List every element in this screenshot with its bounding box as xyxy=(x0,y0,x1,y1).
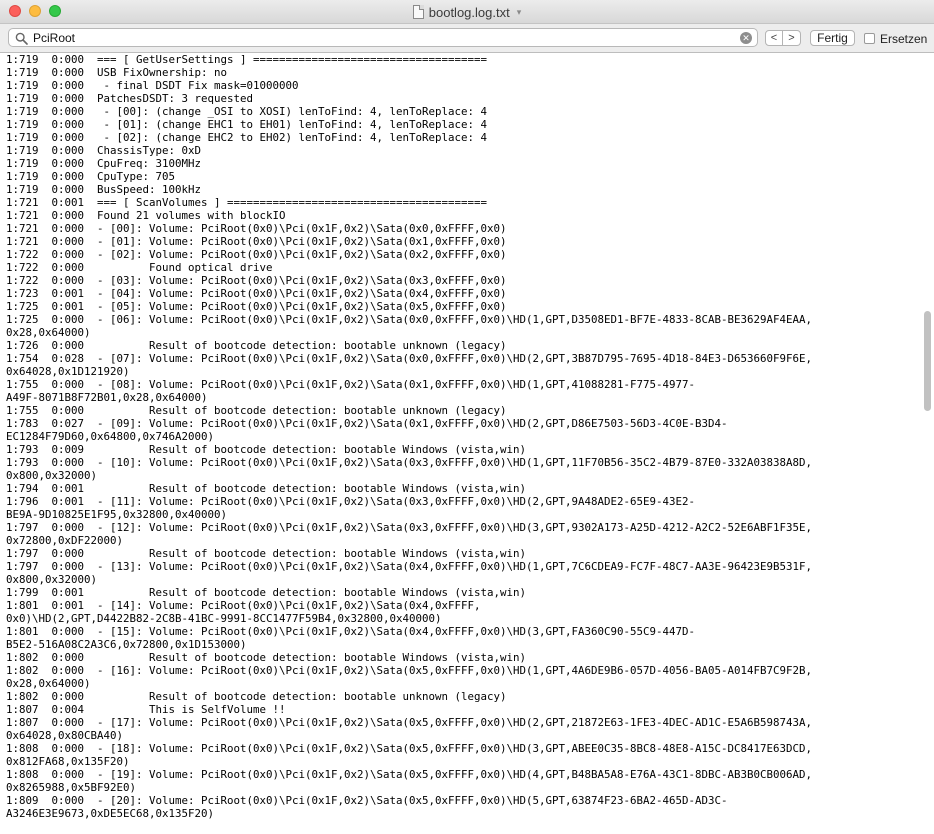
log-line: 1:808 0:000 - [18]: Volume: PciRoot(0x0)… xyxy=(6,742,813,755)
log-line: 1:722 0:000 - [03]: Volume: PciRoot(0x0)… xyxy=(6,274,507,287)
log-line: 1:797 0:000 - [12]: Volume: PciRoot(0x0)… xyxy=(6,521,813,534)
log-line: 1:793 0:009 Result of bootcode detection… xyxy=(6,443,527,456)
log-line: 1:794 0:001 Result of bootcode detection… xyxy=(6,482,527,495)
log-line: 1:809 0:000 - [20]: Volume: PciRoot(0x0)… xyxy=(6,794,728,807)
previous-match-button[interactable]: < xyxy=(765,30,783,46)
document-icon xyxy=(412,5,424,19)
chevron-down-icon[interactable]: ▾ xyxy=(517,7,522,18)
log-line: A49F-8071B8F72B01,0x28,0x64000) xyxy=(6,391,208,404)
log-line: 1:723 0:001 - [04]: Volume: PciRoot(0x0)… xyxy=(6,287,507,300)
log-line: 0x0)\HD(2,GPT,D4422B82-2C8B-41BC-9991-8C… xyxy=(6,612,442,625)
log-line: 1:796 0:001 - [11]: Volume: PciRoot(0x0)… xyxy=(6,495,696,508)
log-text-area[interactable]: 1:719 0:000 === [ GetUserSettings ] ====… xyxy=(0,53,934,834)
log-line: 1:719 0:000 - final DSDT Fix mask=010000… xyxy=(6,79,299,92)
log-line: 1:783 0:027 - [09]: Volume: PciRoot(0x0)… xyxy=(6,417,728,430)
log-line: 0x64028,0x80CBA40) xyxy=(6,729,124,742)
log-line: 1:755 0:000 Result of bootcode detection… xyxy=(6,404,507,417)
vertical-scrollbar-thumb[interactable] xyxy=(924,311,931,411)
window-title: bootlog.log.txt xyxy=(428,4,510,20)
log-line: 1:721 0:000 Found 21 volumes with blockI… xyxy=(6,209,286,222)
log-line: 1:721 0:000 - [01]: Volume: PciRoot(0x0)… xyxy=(6,235,507,248)
log-line: B5E2-516A08C2A3C6,0x72800,0x1D153000) xyxy=(6,638,247,651)
log-line: 1:755 0:000 - [08]: Volume: PciRoot(0x0)… xyxy=(6,378,696,391)
log-line: 1:719 0:000 - [00]: (change _OSI to XOSI… xyxy=(6,105,488,118)
log-line: EC1284F79D60,0x64800,0x746A2000) xyxy=(6,430,215,443)
replace-label[interactable]: Ersetzen xyxy=(880,32,927,46)
log-line: 0x72800,0xDF22000) xyxy=(6,534,124,547)
log-line: 1:721 0:001 === [ ScanVolumes ] ========… xyxy=(6,196,488,209)
log-line: 0x800,0x32000) xyxy=(6,573,98,586)
log-line: 1:725 0:001 - [05]: Volume: PciRoot(0x0)… xyxy=(6,300,507,313)
log-line: 0x28,0x64000) xyxy=(6,677,91,690)
log-line: 1:719 0:000 CpuType: 705 xyxy=(6,170,176,183)
log-line: 1:801 0:001 - [14]: Volume: PciRoot(0x0)… xyxy=(6,599,481,612)
log-line: 1:799 0:001 Result of bootcode detection… xyxy=(6,586,527,599)
log-line: 1:719 0:000 - [02]: (change EHC2 to EH02… xyxy=(6,131,488,144)
title-bar: bootlog.log.txt ▾ xyxy=(0,0,934,24)
log-line: 1:719 0:000 - [01]: (change EHC1 to EH01… xyxy=(6,118,488,131)
text-editor-window: bootlog.log.txt ▾ ✕ < > Fertig Ersetzen … xyxy=(0,0,934,834)
log-line: 0x812FA68,0x135F20) xyxy=(6,755,130,768)
log-line: 0x28,0x64000) xyxy=(6,326,91,339)
log-line: 1:807 0:000 - [17]: Volume: PciRoot(0x0)… xyxy=(6,716,813,729)
replace-checkbox[interactable] xyxy=(864,33,875,44)
log-line: 1:793 0:000 - [10]: Volume: PciRoot(0x0)… xyxy=(6,456,813,469)
log-line: 1:719 0:000 USB FixOwnership: no xyxy=(6,66,228,79)
search-icon xyxy=(15,32,28,45)
log-line: 1:719 0:000 BusSpeed: 100kHz xyxy=(6,183,202,196)
log-line: 1:797 0:000 Result of bootcode detection… xyxy=(6,547,527,560)
log-line: 1:807 0:004 This is SelfVolume !! xyxy=(6,703,286,716)
log-line: 1:802 0:000 - [16]: Volume: PciRoot(0x0)… xyxy=(6,664,813,677)
log-line: 1:802 0:000 Result of bootcode detection… xyxy=(6,651,527,664)
log-line: 1:719 0:000 PatchesDSDT: 3 requested xyxy=(6,92,254,105)
window-title-group[interactable]: bootlog.log.txt ▾ xyxy=(0,4,934,20)
log-line: 0x8265988,0x5BF92E0) xyxy=(6,781,137,794)
log-line: 1:719 0:000 ChassisType: 0xD xyxy=(6,144,202,157)
log-line: 1:725 0:000 - [06]: Volume: PciRoot(0x0)… xyxy=(6,313,813,326)
log-line: 1:801 0:000 - [15]: Volume: PciRoot(0x0)… xyxy=(6,625,696,638)
log-line: 1:808 0:000 - [19]: Volume: PciRoot(0x0)… xyxy=(6,768,813,781)
log-line: 1:802 0:000 Result of bootcode detection… xyxy=(6,690,507,703)
log-line: 0x800,0x32000) xyxy=(6,469,98,482)
find-bar: ✕ < > Fertig Ersetzen xyxy=(0,24,934,53)
done-button[interactable]: Fertig xyxy=(810,30,855,46)
log-line: 1:719 0:000 CpuFreq: 3100MHz xyxy=(6,157,202,170)
log-line: 0x64028,0x1D121920) xyxy=(6,365,130,378)
log-line: 1:754 0:028 - [07]: Volume: PciRoot(0x0)… xyxy=(6,352,813,365)
next-match-button[interactable]: > xyxy=(783,30,801,46)
log-line: 1:722 0:000 Found optical drive xyxy=(6,261,273,274)
log-line: 1:722 0:000 - [02]: Volume: PciRoot(0x0)… xyxy=(6,248,507,261)
search-field[interactable]: ✕ xyxy=(8,28,758,47)
log-line: 1:797 0:000 - [13]: Volume: PciRoot(0x0)… xyxy=(6,560,813,573)
log-line: BE9A-9D10825E1F95,0x32800,0x40000) xyxy=(6,508,228,521)
log-line: A3246E3E9673,0xDE5EC68,0x135F20) xyxy=(6,807,215,820)
log-line: 1:719 0:000 === [ GetUserSettings ] ====… xyxy=(6,53,488,66)
log-content: 1:719 0:000 === [ GetUserSettings ] ====… xyxy=(6,53,906,820)
search-input[interactable] xyxy=(33,30,733,45)
log-line: 1:726 0:000 Result of bootcode detection… xyxy=(6,339,507,352)
log-line: 1:721 0:000 - [00]: Volume: PciRoot(0x0)… xyxy=(6,222,507,235)
clear-search-icon[interactable]: ✕ xyxy=(740,32,752,44)
